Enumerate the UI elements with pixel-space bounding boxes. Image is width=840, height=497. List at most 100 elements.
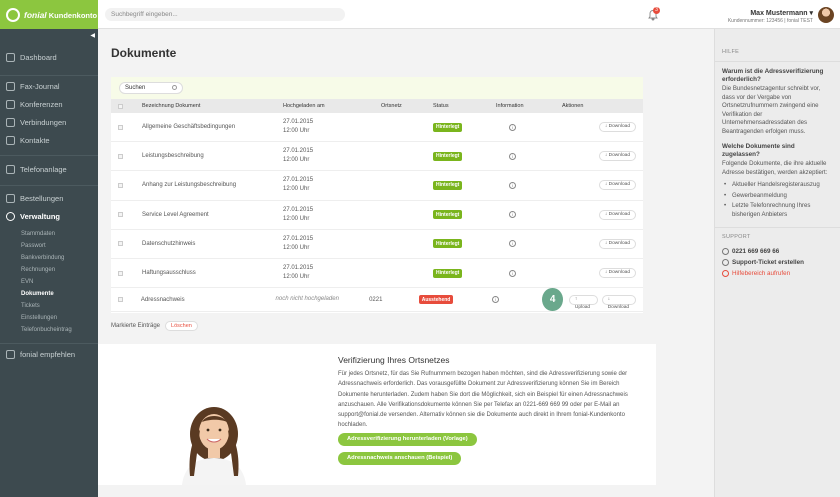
row-checkbox[interactable] [118, 182, 123, 188]
column-header-name[interactable]: Bezeichnung Dokument [142, 103, 283, 109]
row-checkbox[interactable] [118, 153, 123, 159]
sidebar-item-fonial-empfehlen[interactable]: fonial empfehlen [6, 350, 75, 359]
info-icon[interactable]: i [509, 123, 516, 131]
sidebar-subitem-telefonbucheintrag[interactable]: Telefonbucheintrag [21, 327, 72, 333]
download-button[interactable]: ↓ Download [598, 238, 636, 249]
help-answer: Die Bundesnetzagentur schreibt vor, dass… [722, 85, 821, 135]
customer-number: Kundennummer: 123456 | fonial TEST [727, 18, 813, 24]
support-ticket-link[interactable]: Support-Ticket erstellen [722, 259, 833, 266]
phone-icon [722, 248, 729, 255]
upload-date: 27.01.2015 [283, 265, 314, 272]
select-all-checkbox[interactable] [118, 103, 123, 109]
filter-bar: Suchen [111, 77, 643, 99]
fax-icon [6, 82, 15, 91]
document-name: Allgemeine Geschäftsbedingungen [142, 124, 236, 131]
sidebar-item-verwaltung[interactable]: Verwaltung [6, 212, 60, 221]
upload-date: 27.01.2015 [283, 119, 314, 126]
upload-date: 27.01.2015 [283, 235, 314, 242]
status-badge: Hinterlegt [433, 268, 463, 278]
row-checkbox[interactable] [118, 241, 123, 247]
list-item: Aktueller Handelsregisterauszug [724, 181, 833, 190]
sidebar-subitem-rechnungen[interactable]: Rechnungen [21, 267, 55, 273]
row-checkbox[interactable] [118, 297, 123, 303]
row-checkbox[interactable] [118, 212, 123, 218]
view-example-button[interactable]: Adressnachweis anschauen (Beispiel) [338, 452, 462, 465]
upload-time: 12:00 Uhr [283, 274, 310, 281]
info-icon[interactable]: i [509, 181, 516, 189]
download-button[interactable]: ↓ Download [598, 180, 636, 191]
download-template-button[interactable]: Adressverifizierung herunterladen (Vorla… [338, 433, 477, 446]
sidebar-item-verbindungen[interactable]: Verbindungen [6, 118, 66, 127]
download-button[interactable]: ↓ Download [598, 151, 636, 162]
logo[interactable]: fonial Kundenkonto [0, 0, 98, 29]
info-icon[interactable]: i [491, 296, 499, 304]
sidebar-subitem-tickets[interactable]: Tickets [21, 303, 40, 309]
ticket-icon [722, 259, 729, 266]
sidebar-subitem-dokumente[interactable]: Dokumente [21, 291, 54, 297]
user-name: Max Mustermann [750, 10, 808, 17]
sidebar-item-fax-journal[interactable]: Fax-Journal [6, 82, 60, 91]
column-header-date[interactable]: Hochgeladen am [283, 102, 381, 111]
ortsnetz: 0221 [369, 296, 383, 303]
download-button[interactable]: ↓ Download [598, 209, 636, 220]
support-phone[interactable]: 0221 669 669 66 [722, 248, 833, 255]
document-name: Haftungsausschluss [142, 270, 196, 277]
sidebar-subitem-evn[interactable]: EVN [21, 279, 33, 285]
download-button[interactable]: ↓ Download [601, 294, 636, 310]
list-item: Gewerbeanmeldung [724, 192, 833, 201]
table-search-input[interactable]: Suchen [119, 82, 183, 94]
dashboard-icon [6, 53, 15, 62]
document-name: Adressnachweis [140, 296, 185, 303]
step-marker: 4 [542, 288, 563, 312]
delete-button[interactable]: Löschen [165, 321, 198, 331]
cart-icon [6, 194, 15, 203]
column-header-information: Information [496, 103, 524, 109]
user-menu[interactable]: Max Mustermann ▾ Kundennummer: 123456 | … [728, 9, 813, 24]
upload-date: 27.01.2015 [283, 177, 314, 184]
sidebar-subitem-bankverbindung[interactable]: Bankverbindung [21, 255, 64, 261]
documents-table: Suchen Bezeichnung Dokument Hochgeladen … [111, 77, 643, 313]
row-checkbox[interactable] [118, 124, 123, 130]
sidebar-item-dashboard[interactable]: Dashboard [6, 53, 57, 62]
sidebar-subitem-stammdaten[interactable]: Stammdaten [21, 231, 55, 237]
document-name: Anhang zur Leistungsbeschreibung [142, 182, 237, 189]
sidebar-subitem-passwort[interactable]: Passwort [21, 243, 46, 249]
help-center-link[interactable]: Hilfebereich aufrufen [722, 270, 833, 277]
status-badge: Hinterlegt [433, 122, 463, 132]
upload-button[interactable]: ↑ Upload [568, 294, 598, 310]
row-checkbox[interactable] [118, 270, 123, 276]
download-button[interactable]: ↓ Download [598, 122, 636, 133]
status-badge: Hinterlegt [433, 210, 463, 220]
status-badge: Hinterlegt [433, 180, 463, 190]
help-question: Welche Dokumente sind zugelassen? [722, 143, 795, 158]
info-icon[interactable]: i [509, 211, 516, 219]
sidebar-subitem-einstellungen[interactable]: Einstellungen [21, 315, 57, 321]
document-name: Service Level Agreement [142, 211, 209, 218]
woman-photo [182, 407, 246, 485]
status-badge: Ausstehend [418, 295, 454, 305]
upload-time: 12:00 Uhr [283, 215, 310, 222]
column-header-ortsnetz[interactable]: Ortsnetz [381, 103, 433, 109]
sidebar-item-kontakte[interactable]: Kontakte [6, 136, 50, 145]
table-row: Datenschutzhinweis 27.01.2015 12:00 Uhr H… [111, 230, 643, 259]
table-header: Bezeichnung Dokument Hochgeladen am Orts… [111, 99, 643, 113]
accepted-documents-list: Aktueller Handelsregisterauszug Gewerbea… [722, 181, 833, 219]
sidebar-item-konferenzen[interactable]: Konferenzen [6, 100, 63, 109]
collapse-sidebar-icon[interactable]: ◀ [90, 32, 95, 39]
download-button[interactable]: ↓ Download [598, 268, 636, 279]
info-icon[interactable]: i [509, 152, 516, 160]
table-row: Anhang zur Leistungsbeschreibung 27.01.2… [111, 171, 643, 201]
avatar[interactable] [818, 7, 834, 23]
sidebar-item-bestellungen[interactable]: Bestellungen [6, 194, 63, 203]
list-item: Letzte Telefonrechnung Ihres bisherigen … [724, 202, 833, 219]
table-row: Allgemeine Geschäftsbedingungen 27.01.20… [111, 113, 643, 143]
verification-panel: Verifizierung Ihres Ortsnetzes Für jedes… [98, 344, 656, 485]
info-icon[interactable]: i [509, 240, 516, 248]
column-header-status[interactable]: Status [433, 103, 496, 109]
notification-badge: 3 [653, 7, 660, 14]
global-search-input[interactable]: Suchbegriff eingeben... [105, 8, 345, 21]
column-header-actions: Aktionen [562, 103, 584, 109]
table-row: Service Level Agreement 27.01.2015 12:00 … [111, 201, 643, 230]
sidebar-item-telefonanlage[interactable]: Telefonanlage [6, 165, 67, 174]
info-icon[interactable]: i [509, 269, 516, 277]
